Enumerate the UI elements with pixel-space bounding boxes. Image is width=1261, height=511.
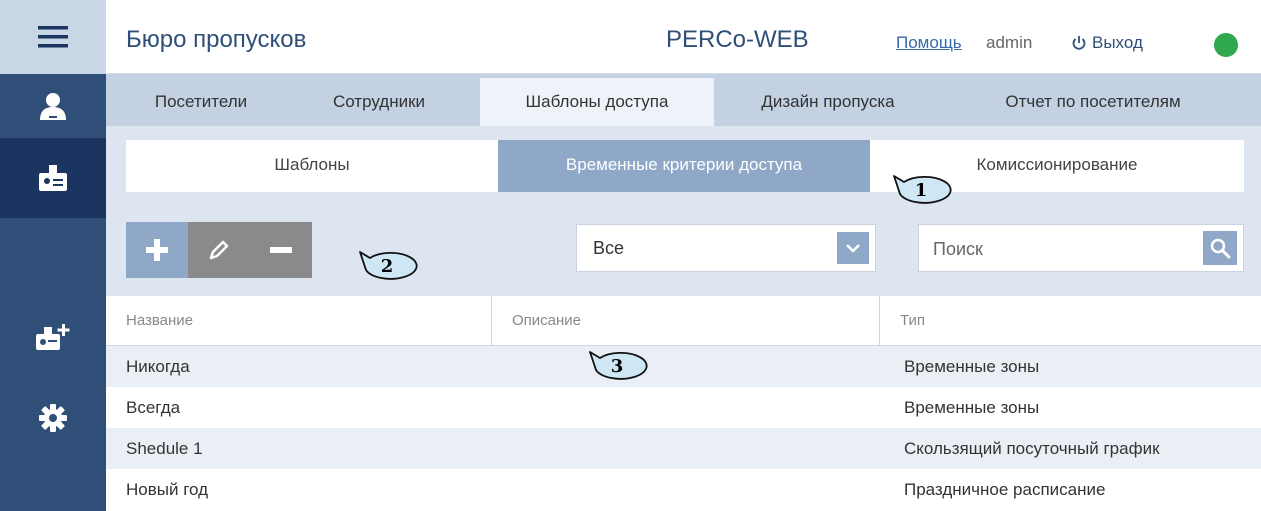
callout-number: 1: [914, 180, 928, 201]
cell-type: Временные зоны: [904, 357, 1040, 376]
sidebar-item-pass-bureau[interactable]: [0, 138, 106, 218]
sidebar: [0, 0, 1138, 511]
table-header: Название Описание Тип: [106, 296, 1261, 346]
callout-2: 2: [356, 248, 418, 286]
column-header-type[interactable]: Тип: [880, 296, 1261, 346]
type-filter-select[interactable]: Все: [576, 224, 876, 272]
cell-type: Временные зоны: [904, 398, 1040, 417]
chevron-down-icon: [846, 244, 860, 253]
tab-visitors[interactable]: Посетители: [126, 78, 276, 126]
plus-icon: [146, 239, 168, 261]
minus-icon: [270, 247, 292, 253]
status-indicator: [1214, 33, 1238, 57]
tab-access-templates[interactable]: Шаблоны доступа: [480, 78, 714, 126]
callout-3: 3: [586, 348, 648, 386]
help-link[interactable]: Помощь: [896, 33, 962, 53]
sidebar-item-add-card[interactable]: [0, 298, 106, 378]
sidebar-item-visitors[interactable]: [0, 74, 106, 138]
callout-number: 2: [380, 256, 394, 277]
power-icon: [1072, 36, 1086, 50]
column-header-name[interactable]: Название: [106, 296, 492, 346]
criteria-table: Название Описание Тип Никогда Временные …: [106, 296, 1261, 511]
subtab-templates[interactable]: Шаблоны: [126, 140, 498, 192]
search-icon: [1210, 238, 1231, 259]
hamburger-menu-icon: [38, 26, 68, 48]
gear-icon: [39, 404, 67, 432]
cell-name: Shedule 1: [126, 439, 203, 458]
sidebar-menu-toggle[interactable]: [0, 0, 106, 74]
delete-button[interactable]: [250, 222, 312, 278]
tab-pass-design[interactable]: Дизайн пропуска: [718, 78, 938, 126]
table-row[interactable]: Всегда Временные зоны: [106, 387, 1261, 428]
callout-1: 1: [890, 172, 952, 210]
user-name: admin: [986, 33, 1033, 52]
sidebar-item-settings[interactable]: [0, 378, 106, 458]
cell-type: Скользящий посуточный график: [904, 439, 1160, 458]
page-title: Бюро пропусков: [126, 26, 307, 53]
header: Бюро пропусков PERCo-WEB Помощь admin Вы…: [106, 0, 1261, 74]
tab-visitor-report[interactable]: Отчет по посетителям: [946, 78, 1240, 126]
filter-dropdown-button[interactable]: [837, 232, 869, 264]
logout-button[interactable]: Выход: [1071, 33, 1143, 53]
visitor-icon: [40, 93, 66, 120]
search-button[interactable]: [1203, 231, 1237, 265]
filter-value: Все: [593, 238, 625, 258]
cell-name: Никогда: [126, 357, 190, 376]
subtabs: Шаблоны Временные критерии доступа Комис…: [126, 140, 1244, 192]
tab-employees[interactable]: Сотрудники: [292, 78, 466, 126]
main-tabs: Посетители Сотрудники Шаблоны доступа Ди…: [106, 74, 1261, 126]
table-row[interactable]: Новый год Праздничное расписание: [106, 469, 1261, 510]
pencil-icon: [209, 240, 229, 260]
cell-name: Новый год: [126, 480, 209, 499]
column-header-description[interactable]: Описание: [492, 296, 880, 346]
callout-number: 3: [610, 356, 624, 377]
logout-label: Выход: [1092, 33, 1143, 52]
cell-type: Праздничное расписание: [904, 480, 1106, 499]
search-box: [918, 224, 1244, 272]
brand-name: PERCo-WEB: [666, 26, 809, 53]
cell-name: Всегда: [126, 398, 181, 417]
add-card-icon: [36, 324, 70, 350]
table-row[interactable]: Shedule 1 Скользящий посуточный график: [106, 428, 1261, 469]
pass-bureau-icon: [39, 165, 67, 191]
table-row[interactable]: Никогда Временные зоны: [106, 346, 1261, 387]
subtab-time-criteria[interactable]: Временные критерии доступа: [498, 140, 870, 192]
edit-button[interactable]: [188, 222, 250, 278]
search-input[interactable]: [933, 237, 1183, 261]
add-button[interactable]: [126, 222, 188, 278]
toolbar: [126, 222, 312, 278]
